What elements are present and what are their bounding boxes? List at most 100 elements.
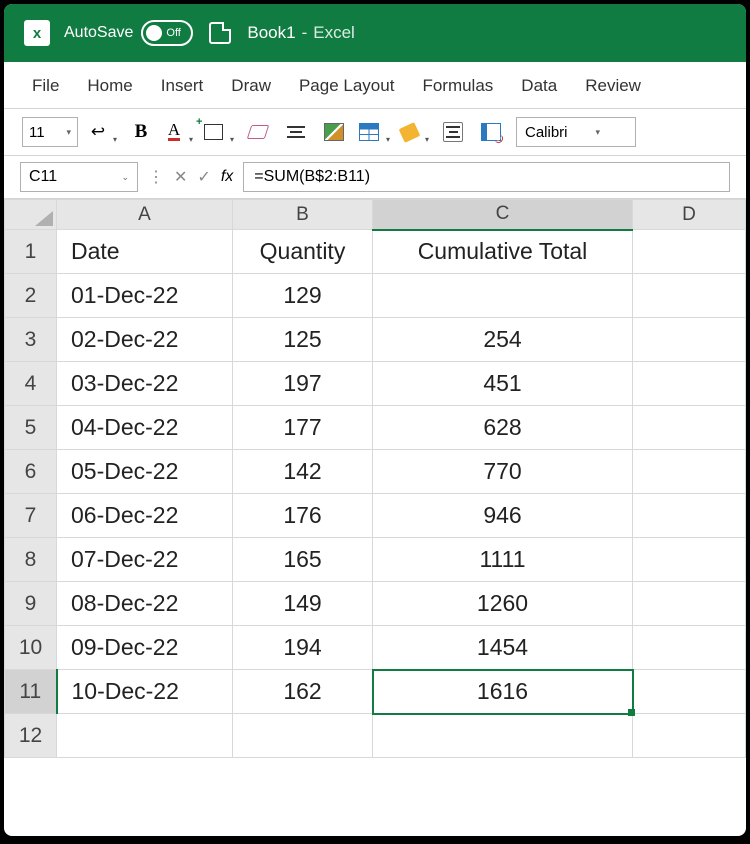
clear-format-button[interactable] <box>245 118 271 146</box>
row-header[interactable]: 9 <box>5 582 57 626</box>
tab-home[interactable]: Home <box>87 76 132 96</box>
autosave-state: Off <box>166 27 180 39</box>
row-header[interactable]: 4 <box>5 362 57 406</box>
format-table-button[interactable] <box>359 118 389 146</box>
fill-color-button[interactable] <box>401 118 428 146</box>
tab-file[interactable]: File <box>32 76 59 96</box>
align-button[interactable] <box>283 118 309 146</box>
cell-C1[interactable]: Cumulative Total <box>373 230 633 274</box>
cell-A12[interactable] <box>57 714 233 758</box>
tab-page-layout[interactable]: Page Layout <box>299 76 394 96</box>
spreadsheet-grid[interactable]: A B C D 1DateQuantityCumulative Total 201… <box>4 199 746 836</box>
cell-B9[interactable]: 149 <box>233 582 373 626</box>
cell-C6[interactable]: 770 <box>373 450 633 494</box>
row-header[interactable]: 2 <box>5 274 57 318</box>
conditional-format-button[interactable] <box>321 118 347 146</box>
cell-A1[interactable]: Date <box>57 230 233 274</box>
cell-A3[interactable]: 02-Dec-22 <box>57 318 233 362</box>
save-button[interactable] <box>207 19 233 47</box>
cell-D5[interactable] <box>633 406 746 450</box>
col-header-b[interactable]: B <box>233 200 373 230</box>
cell-C5[interactable]: 628 <box>373 406 633 450</box>
cell-C11[interactable]: 1616 <box>373 670 633 714</box>
cell-A9[interactable]: 08-Dec-22 <box>57 582 233 626</box>
cell-B5[interactable]: 177 <box>233 406 373 450</box>
cell-C7[interactable]: 946 <box>373 494 633 538</box>
cell-B12[interactable] <box>233 714 373 758</box>
cell-D2[interactable] <box>633 274 746 318</box>
cell-C2[interactable] <box>373 274 633 318</box>
cell-D6[interactable] <box>633 450 746 494</box>
row-header[interactable]: 3 <box>5 318 57 362</box>
insert-cells-button[interactable] <box>204 118 233 146</box>
col-header-d[interactable]: D <box>633 200 746 230</box>
cell-A5[interactable]: 04-Dec-22 <box>57 406 233 450</box>
cell-D9[interactable] <box>633 582 746 626</box>
cell-A4[interactable]: 03-Dec-22 <box>57 362 233 406</box>
row-header[interactable]: 6 <box>5 450 57 494</box>
cell-C10[interactable]: 1454 <box>373 626 633 670</box>
cell-A8[interactable]: 07-Dec-22 <box>57 538 233 582</box>
center-align-icon <box>443 122 463 142</box>
cancel-icon[interactable]: ✕ <box>174 167 187 187</box>
row-header[interactable]: 8 <box>5 538 57 582</box>
cell-B8[interactable]: 165 <box>233 538 373 582</box>
cell-D10[interactable] <box>633 626 746 670</box>
row-header[interactable]: 10 <box>5 626 57 670</box>
cell-D12[interactable] <box>633 714 746 758</box>
cell-B2[interactable]: 129 <box>233 274 373 318</box>
cell-B11[interactable]: 162 <box>233 670 373 714</box>
cell-D11[interactable] <box>633 670 746 714</box>
tab-data[interactable]: Data <box>521 76 557 96</box>
cell-D8[interactable] <box>633 538 746 582</box>
cell-B7[interactable]: 176 <box>233 494 373 538</box>
font-color-button[interactable]: A <box>166 118 192 146</box>
name-box[interactable]: C11 ⌄ <box>20 162 138 192</box>
cell-D4[interactable] <box>633 362 746 406</box>
cell-D3[interactable] <box>633 318 746 362</box>
freeze-panes-button[interactable] <box>478 118 504 146</box>
col-header-c[interactable]: C <box>373 200 633 230</box>
cell-D1[interactable] <box>633 230 746 274</box>
insert-row-button[interactable]: ↩ <box>90 118 116 146</box>
cell-B1[interactable]: Quantity <box>233 230 373 274</box>
select-all-corner[interactable] <box>5 200 57 230</box>
cell-C8[interactable]: 1111 <box>373 538 633 582</box>
cell-D7[interactable] <box>633 494 746 538</box>
cell-A7[interactable]: 06-Dec-22 <box>57 494 233 538</box>
row-header[interactable]: 12 <box>5 714 57 758</box>
center-align-button[interactable] <box>440 118 466 146</box>
row-header[interactable]: 11 <box>5 670 57 714</box>
bold-button[interactable]: B <box>128 118 154 146</box>
cell-B6[interactable]: 142 <box>233 450 373 494</box>
row-header[interactable]: 1 <box>5 230 57 274</box>
vertical-dots-icon[interactable]: ⋮ <box>148 167 164 187</box>
cell-A10[interactable]: 09-Dec-22 <box>57 626 233 670</box>
autosave-label: AutoSave <box>64 24 133 42</box>
enter-icon[interactable]: ✓ <box>197 167 210 187</box>
cell-A6[interactable]: 05-Dec-22 <box>57 450 233 494</box>
cell-C3[interactable]: 254 <box>373 318 633 362</box>
row-header[interactable]: 7 <box>5 494 57 538</box>
font-size-selector[interactable]: 11 ▾ <box>22 117 78 147</box>
cell-B10[interactable]: 194 <box>233 626 373 670</box>
tab-review[interactable]: Review <box>585 76 641 96</box>
cell-C12[interactable] <box>373 714 633 758</box>
cell-B3[interactable]: 125 <box>233 318 373 362</box>
cell-A2[interactable]: 01-Dec-22 <box>57 274 233 318</box>
font-name-selector[interactable]: Calibri ▾ <box>516 117 636 147</box>
cell-C9[interactable]: 1260 <box>373 582 633 626</box>
cell-A11[interactable]: 10-Dec-22 <box>57 670 233 714</box>
cell-C4[interactable]: 451 <box>373 362 633 406</box>
autosave-toggle[interactable]: AutoSave Off <box>64 20 193 46</box>
tab-formulas[interactable]: Formulas <box>422 76 493 96</box>
row-header[interactable]: 5 <box>5 406 57 450</box>
tab-draw[interactable]: Draw <box>231 76 271 96</box>
cell-B4[interactable]: 197 <box>233 362 373 406</box>
chevron-down-icon: ⌄ <box>121 172 129 183</box>
tab-insert[interactable]: Insert <box>161 76 204 96</box>
formula-input[interactable]: =SUM(B$2:B11) <box>243 162 730 192</box>
fx-label[interactable]: fx <box>221 168 233 186</box>
col-header-a[interactable]: A <box>57 200 233 230</box>
bucket-icon <box>399 122 421 143</box>
